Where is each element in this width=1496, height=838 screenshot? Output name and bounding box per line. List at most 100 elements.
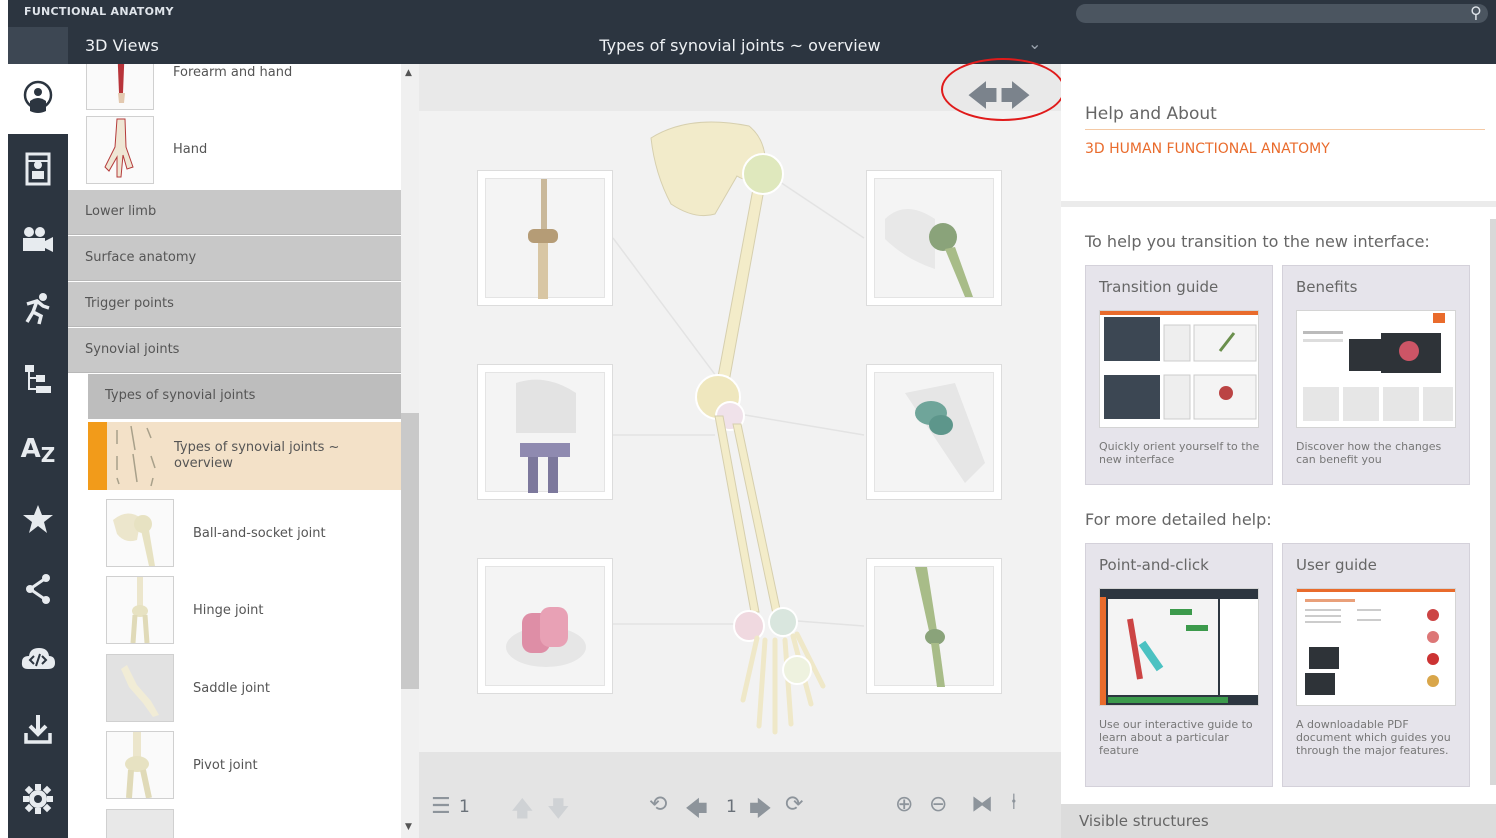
help-title: Help and About — [1085, 104, 1217, 124]
embed-icon[interactable] — [8, 624, 68, 694]
joint-box-hinge[interactable] — [477, 364, 613, 500]
list-item-hand[interactable]: Hand — [68, 114, 401, 184]
hierarchy-icon[interactable] — [8, 344, 68, 414]
hinge-thumbnail — [106, 576, 174, 644]
card-description: Use our interactive guide to learn about… — [1099, 718, 1253, 757]
card-user-guide[interactable]: User guide A downloadable PDF document w… — [1282, 543, 1470, 787]
viewer-title: Types of synovial joints ~ overview — [419, 27, 1061, 64]
rotate-left-icon[interactable]: ⟲ — [649, 792, 667, 817]
list-item-ball-and-socket[interactable]: Ball-and-socket joint — [68, 499, 401, 569]
card-title: Benefits — [1296, 278, 1358, 296]
joint-box-inner — [485, 178, 605, 299]
mirror-icon[interactable]: ⧓ — [971, 792, 993, 817]
zoom-out-icon[interactable]: ⊖ — [929, 792, 947, 817]
joint-box-inner — [874, 178, 994, 298]
next-thumbnail — [106, 809, 174, 838]
card-image — [1099, 588, 1259, 706]
arrow-down-icon[interactable]: 🡇 — [547, 792, 570, 830]
help-panel: Help and About 3D HUMAN FUNCTIONAL ANATO… — [1061, 27, 1496, 838]
joint-box-plane[interactable] — [477, 558, 613, 694]
category-trigger-points[interactable]: Trigger points — [68, 282, 401, 327]
search-input[interactable] — [1076, 4, 1488, 23]
list-item-forearm[interactable]: Forearm and hand — [68, 64, 401, 112]
card-title: User guide — [1296, 556, 1377, 574]
scroll-down-icon[interactable]: ▼ — [405, 822, 412, 832]
layer-count: 1 — [459, 797, 470, 817]
previous-view-icon[interactable]: 🡄 — [685, 792, 708, 830]
ball-socket-thumbnail — [106, 499, 174, 567]
card-description: Quickly orient yourself to the new inter… — [1099, 440, 1260, 466]
viewer-canvas[interactable]: 🡄🡆 ☰ 1 🡅 🡇 ⟲ 🡄 1 🡆 ⟳ ⊕ ⊖ ⧓ ⍿ — [419, 58, 1065, 838]
app-brand: FUNCTIONAL ANATOMY — [24, 5, 174, 18]
joint-box-condyloid[interactable] — [866, 558, 1002, 694]
list-item-label: Pivot joint — [193, 758, 258, 773]
layers-icon[interactable]: ☰ — [431, 794, 451, 819]
card-transition-guide[interactable]: Transition guide Quickly orient yourself… — [1085, 265, 1273, 485]
list-item-label: Forearm and hand — [173, 65, 293, 80]
3d-views-icon[interactable] — [8, 64, 68, 134]
next-view-icon[interactable]: 🡆 — [749, 792, 772, 830]
joint-box-saddle[interactable] — [866, 364, 1002, 500]
category-synovial-joints[interactable]: Synovial joints — [68, 328, 401, 373]
pivot-thumbnail — [106, 731, 174, 799]
category-lower-limb[interactable]: Lower limb — [68, 190, 401, 235]
help-panel-top: Help and About 3D HUMAN FUNCTIONAL ANATO… — [1061, 64, 1496, 201]
scrollbar-thumb[interactable] — [401, 413, 419, 689]
card-image — [1099, 310, 1259, 428]
a-z-icon[interactable]: AZ — [8, 414, 68, 484]
rail-top — [8, 27, 68, 64]
forearm-thumbnail — [86, 64, 154, 110]
joint-box-inner — [874, 372, 994, 492]
list-item-hinge[interactable]: Hinge joint — [68, 576, 401, 646]
transition-heading: To help you transition to the new interf… — [1085, 232, 1430, 251]
joint-box-inner — [485, 372, 605, 493]
card-description: Discover how the changes can benefit you — [1296, 440, 1442, 466]
hand-thumbnail — [86, 116, 154, 184]
visible-structures-bar[interactable]: Visible structures — [1061, 804, 1496, 838]
atlas-icon[interactable] — [8, 134, 68, 204]
list-item-label: Hand — [173, 142, 208, 157]
card-point-and-click[interactable]: Point-and-click Use our interactive guid… — [1085, 543, 1273, 787]
joint-box-pivot[interactable] — [477, 170, 613, 306]
subcategory-types-of-synovial-joints[interactable]: Types of synovial joints — [88, 374, 401, 419]
view-index: 1 — [726, 797, 737, 817]
card-benefits[interactable]: Benefits Discover how the changes can be… — [1282, 265, 1470, 485]
help-panel-header — [1061, 27, 1496, 64]
zoom-in-icon[interactable]: ⊕ — [895, 792, 913, 817]
joint-box-inner — [485, 566, 605, 686]
app-window: FUNCTIONAL ANATOMY ⚲ AZ 3D Views Forearm… — [0, 0, 1496, 838]
help-app-name: 3D HUMAN FUNCTIONAL ANATOMY — [1085, 141, 1330, 157]
download-icon[interactable] — [8, 694, 68, 764]
arrow-up-icon[interactable]: 🡅 — [511, 792, 534, 830]
saddle-thumbnail — [106, 654, 174, 722]
rotate-right-icon[interactable]: ⟳ — [785, 792, 803, 817]
list-item-pivot[interactable]: Pivot joint — [68, 731, 401, 801]
reset-view-icon[interactable]: ⍿ — [1011, 790, 1017, 815]
category-surface-anatomy[interactable]: Surface anatomy — [68, 236, 401, 281]
list-item-next[interactable] — [68, 809, 401, 838]
animations-icon[interactable] — [8, 274, 68, 344]
card-image — [1296, 588, 1456, 706]
favorites-icon[interactable] — [8, 484, 68, 554]
movies-icon[interactable] — [8, 204, 68, 274]
help-body: To help you transition to the new interf… — [1061, 207, 1496, 807]
scroll-up-icon[interactable]: ▲ — [405, 68, 412, 78]
list-item-overview-selected[interactable]: Types of synovial joints ~ overview — [88, 422, 401, 490]
chevron-down-icon[interactable]: ⌄ — [1028, 34, 1041, 53]
help-scrollbar[interactable] — [1490, 219, 1496, 785]
card-title: Transition guide — [1099, 278, 1219, 296]
list-item-saddle[interactable]: Saddle joint — [68, 654, 401, 724]
joint-box-ball-socket[interactable] — [866, 170, 1002, 306]
views-panel-title: 3D Views — [68, 27, 419, 64]
settings-icon[interactable] — [8, 764, 68, 834]
overview-thumbnail — [107, 422, 175, 490]
card-title: Point-and-click — [1099, 556, 1209, 574]
views-scrollbar[interactable]: ▲ ▼ — [401, 64, 419, 838]
list-item-label: Types of synovial joints ~ overview — [174, 440, 340, 471]
viewer-toolbar: ☰ 1 🡅 🡇 ⟲ 🡄 1 🡆 ⟳ ⊕ ⊖ ⧓ ⍿ — [419, 752, 1061, 838]
list-item-label: Hinge joint — [193, 603, 264, 618]
joint-box-inner — [874, 566, 994, 687]
search-icon[interactable]: ⚲ — [1470, 3, 1482, 22]
top-bar: FUNCTIONAL ANATOMY ⚲ — [8, 0, 1496, 27]
share-icon[interactable] — [8, 554, 68, 624]
